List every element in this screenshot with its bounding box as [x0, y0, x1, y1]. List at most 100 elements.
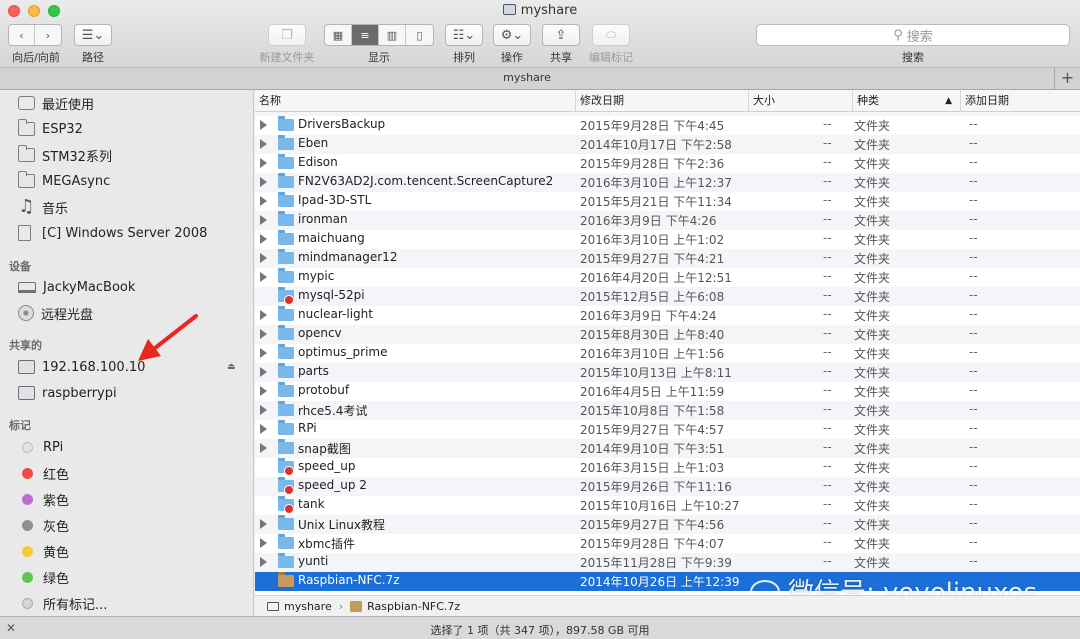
new-folder-button[interactable]: ❐ — [268, 24, 306, 46]
table-row[interactable]: nuclear-light 2016年3月9日 下午4:24 -- 文件夹 -- — [255, 306, 1080, 325]
table-row[interactable]: mypic 2016年4月20日 上午12:51 -- 文件夹 -- — [255, 268, 1080, 287]
table-row[interactable]: xbmc插件 2015年9月28日 下午4:07 -- 文件夹 -- — [255, 534, 1080, 553]
tab-myshare[interactable]: myshare — [0, 71, 1054, 84]
file-date: 2015年9月28日 下午2:36 — [580, 157, 725, 171]
disclosure-triangle-icon[interactable] — [260, 424, 267, 434]
table-row[interactable]: ironman 2016年3月9日 下午4:26 -- 文件夹 -- — [255, 211, 1080, 230]
table-row[interactable]: Edison 2015年9月28日 下午2:36 -- 文件夹 -- — [255, 154, 1080, 173]
path-button[interactable]: ☰⌄ — [74, 24, 112, 46]
disclosure-triangle-icon[interactable] — [260, 310, 267, 320]
table-row[interactable]: opencv 2015年8月30日 上午8:40 -- 文件夹 -- — [255, 325, 1080, 344]
disclosure-triangle-icon[interactable] — [260, 443, 267, 453]
file-name: yunti — [298, 554, 329, 568]
file-added-date: -- — [969, 364, 978, 378]
disclosure-triangle-icon[interactable] — [260, 215, 267, 225]
file-name: tank — [298, 497, 325, 511]
arrange-button[interactable]: ☷⌄ — [445, 24, 483, 46]
column-header-name[interactable]: 名称 — [255, 90, 575, 112]
disclosure-triangle-icon[interactable] — [260, 234, 267, 244]
disclosure-triangle-icon[interactable] — [260, 272, 267, 282]
table-row[interactable]: Ipad-3D-STL 2015年5月21日 下午11:34 -- 文件夹 -- — [255, 192, 1080, 211]
table-row[interactable]: mysql-52pi 2015年12月5日 上午6:08 -- 文件夹 -- — [255, 287, 1080, 306]
table-row[interactable]: FN2V63AD2J.com.tencent.ScreenCapture2 201… — [255, 173, 1080, 192]
file-kind: 文件夹 — [854, 328, 891, 342]
table-row[interactable]: yunti 2015年11月28日 下午9:39 -- 文件夹 -- — [255, 553, 1080, 572]
path-segment-file[interactable]: Raspbian-NFC.7z — [367, 600, 460, 613]
folder-icon — [278, 249, 294, 264]
file-kind: 文件夹 — [854, 195, 891, 209]
back-forward-control[interactable]: ‹ › — [8, 24, 62, 46]
table-row[interactable]: Eben 2014年10月17日 下午2:58 -- 文件夹 -- — [255, 135, 1080, 154]
table-row[interactable]: maichuang 2016年3月10日 上午1:02 -- 文件夹 -- — [255, 230, 1080, 249]
disclosure-triangle-icon[interactable] — [260, 139, 267, 149]
tag-icon: ⬭ — [605, 27, 617, 43]
disclosure-triangle-icon[interactable] — [260, 386, 267, 396]
action-button[interactable]: ⚙⌄ — [493, 24, 531, 46]
disclosure-triangle-icon[interactable] — [260, 405, 267, 415]
list-view-icon[interactable]: ≡ — [352, 25, 379, 45]
file-size: -- — [823, 478, 832, 492]
file-kind: 文件夹 — [854, 556, 891, 570]
file-name: RPi — [298, 421, 317, 435]
folder-icon — [278, 344, 294, 359]
disclosure-triangle-icon[interactable] — [260, 177, 267, 187]
list-header: 名称 修改日期 大小 种类 ▲ 添加日期 — [255, 90, 1080, 112]
table-row[interactable]: speed_up 2016年3月15日 上午1:03 -- 文件夹 -- — [255, 458, 1080, 477]
file-date: 2015年9月26日 下午11:16 — [580, 480, 732, 494]
path-segment-root[interactable]: myshare — [284, 600, 332, 613]
file-added-date: -- — [969, 535, 978, 549]
table-row[interactable]: protobuf 2016年4月5日 上午11:59 -- 文件夹 -- — [255, 382, 1080, 401]
disclosure-triangle-icon[interactable] — [260, 329, 267, 339]
folder-icon — [278, 534, 294, 549]
disclosure-triangle-icon[interactable] — [260, 348, 267, 358]
table-row[interactable]: parts 2015年10月13日 上午8:11 -- 文件夹 -- — [255, 363, 1080, 382]
file-date: 2015年11月28日 下午9:39 — [580, 556, 732, 570]
column-header-added[interactable]: 添加日期 — [960, 90, 1080, 112]
file-kind: 文件夹 — [854, 271, 891, 285]
file-size: -- — [823, 345, 832, 359]
folder-icon — [278, 230, 294, 245]
icon-view-icon[interactable]: ▦ — [325, 25, 352, 45]
file-date: 2014年10月26日 上午12:39 — [580, 575, 740, 589]
column-header-date[interactable]: 修改日期 — [575, 90, 748, 112]
disclosure-triangle-icon[interactable] — [260, 557, 267, 567]
column-header-size[interactable]: 大小 — [748, 90, 852, 112]
file-kind: 文件夹 — [854, 233, 891, 247]
disclosure-triangle-icon[interactable] — [260, 158, 267, 168]
forward-button[interactable]: › — [35, 25, 61, 45]
disclosure-triangle-icon[interactable] — [260, 538, 267, 548]
file-added-date: -- — [969, 402, 978, 416]
folder-icon — [278, 211, 294, 226]
file-kind: 文件夹 — [854, 442, 891, 456]
table-row[interactable]: mindmanager12 2015年9月27日 下午4:21 -- 文件夹 -- — [255, 249, 1080, 268]
file-date: 2015年5月21日 下午11:34 — [580, 195, 732, 209]
column-header-kind[interactable]: 种类 ▲ — [852, 90, 960, 112]
file-kind: 文件夹 — [854, 176, 891, 190]
file-date: 2015年10月16日 上午10:27 — [580, 499, 740, 513]
back-button[interactable]: ‹ — [9, 25, 36, 45]
table-row[interactable]: DriversBackup 2015年9月28日 下午4:45 -- 文件夹 -- — [255, 116, 1080, 135]
table-row[interactable]: optimus_prime 2016年3月10日 上午1:56 -- 文件夹 -- — [255, 344, 1080, 363]
cover-flow-icon[interactable]: ▯ — [406, 25, 433, 45]
table-row[interactable]: rhce5.4考试 2015年10月8日 下午1:58 -- 文件夹 -- — [255, 401, 1080, 420]
file-kind: 文件夹 — [854, 499, 891, 513]
sidebar: 最近使用 ESP32 STM32系列 MEGAsync ♫ 音乐 [C] Wind… — [0, 90, 254, 616]
view-mode-control[interactable]: ▦ ≡ ▥ ▯ — [324, 24, 434, 46]
disclosure-triangle-icon[interactable] — [260, 196, 267, 206]
table-row[interactable]: speed_up 2 2015年9月26日 下午11:16 -- 文件夹 -- — [255, 477, 1080, 496]
sort-ascending-icon: ▲ — [945, 96, 952, 106]
edit-tags-button[interactable]: ⬭ — [592, 24, 630, 46]
disclosure-triangle-icon[interactable] — [260, 519, 267, 529]
file-name: FN2V63AD2J.com.tencent.ScreenCapture2 — [298, 174, 554, 188]
table-row[interactable]: RPi 2015年9月27日 下午4:57 -- 文件夹 -- — [255, 420, 1080, 439]
table-row[interactable]: Unix Linux教程 2015年9月27日 下午4:56 -- 文件夹 -- — [255, 515, 1080, 534]
disclosure-triangle-icon[interactable] — [260, 367, 267, 377]
share-button[interactable]: ⇪ — [542, 24, 580, 46]
table-row[interactable]: tank 2015年10月16日 上午10:27 -- 文件夹 -- — [255, 496, 1080, 515]
search-field[interactable]: ⚲ 搜索 — [756, 24, 1070, 46]
disclosure-triangle-icon[interactable] — [260, 253, 267, 263]
new-tab-button[interactable]: + — [1054, 68, 1080, 89]
disclosure-triangle-icon[interactable] — [260, 120, 267, 130]
column-view-icon[interactable]: ▥ — [379, 25, 406, 45]
table-row[interactable]: snap截图 2014年9月10日 下午3:51 -- 文件夹 -- — [255, 439, 1080, 458]
